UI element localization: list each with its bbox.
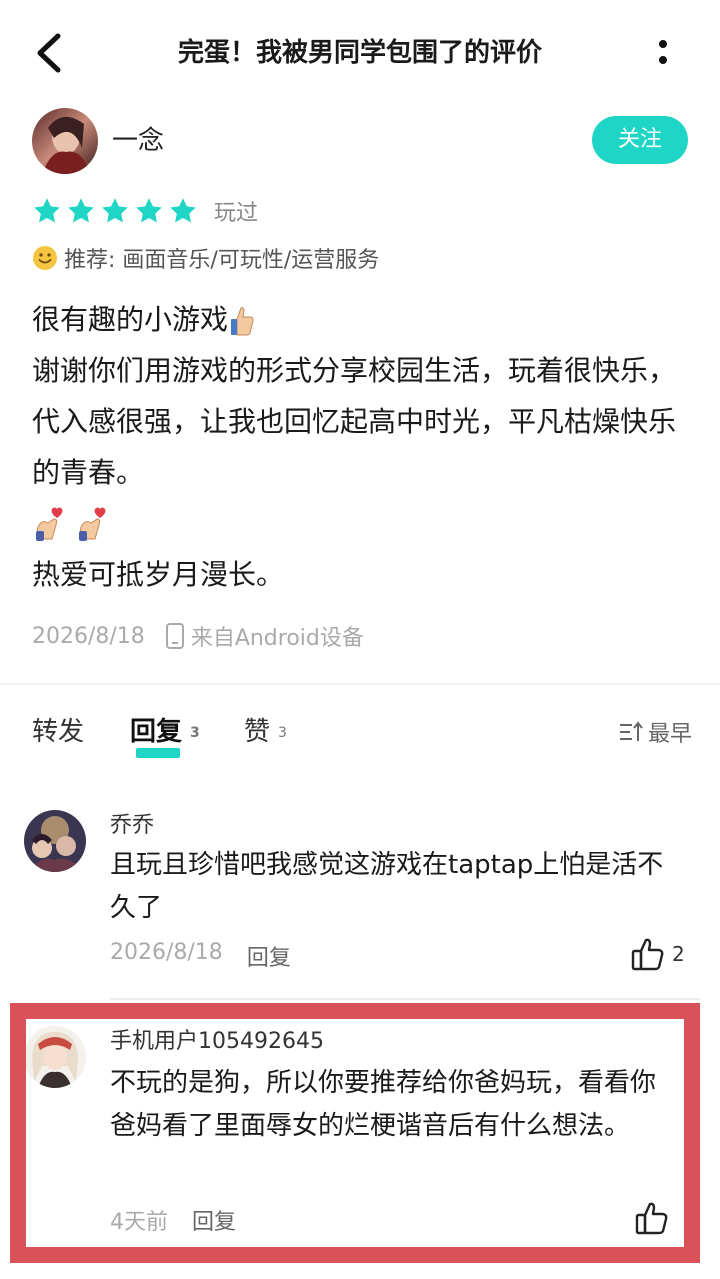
sort-button[interactable]: 最早 bbox=[618, 716, 692, 748]
smile-icon bbox=[33, 246, 57, 270]
page-title: 完蛋！我被男同学包围了的评价 bbox=[177, 38, 542, 68]
tab-reply-label: 回复 bbox=[130, 717, 183, 747]
heart-hands-emoji-icon bbox=[36, 507, 63, 541]
tab-forward-label: 转发 bbox=[32, 717, 85, 747]
review-body: 很有趣的小游戏 谢谢你们用游戏的形式分享校园生活，玩着很快乐，代入感很强，让我也… bbox=[32, 294, 692, 600]
recommend-text: 推荐: 画面音乐/可玩性/运营服务 bbox=[64, 248, 380, 273]
thumbs-up-icon bbox=[631, 938, 664, 971]
top-bar: 完蛋！我被男同学包围了的评价 bbox=[0, 0, 720, 104]
comment-meta: 2026/8/18 回复 bbox=[110, 940, 291, 972]
comment-item: 乔乔 且玩且珍惜吧我感觉这游戏在taptap上怕是活不久了 2026/8/18 … bbox=[0, 806, 720, 996]
like-count: 3 bbox=[278, 724, 287, 741]
phone-icon bbox=[165, 623, 184, 649]
tab-like-label: 赞 bbox=[244, 717, 271, 747]
rating-row: 玩过 bbox=[32, 192, 258, 230]
review-line: 热爱可抵岁月漫长。 bbox=[32, 558, 285, 591]
heart-hands-emoji-icon bbox=[78, 507, 106, 541]
follow-button[interactable]: 关注 bbox=[592, 116, 688, 164]
sort-label: 最早 bbox=[647, 722, 692, 747]
highlight-box bbox=[10, 1003, 700, 1263]
author-avatar[interactable] bbox=[32, 108, 98, 174]
review-author: 一念 关注 bbox=[32, 108, 692, 176]
comment-date: 2026/8/18 bbox=[110, 940, 223, 965]
star-icon bbox=[170, 198, 196, 223]
comment-text: 且玩且珍惜吧我感觉这游戏在taptap上怕是活不久了 bbox=[110, 850, 664, 923]
comment-like-count: 2 bbox=[672, 942, 685, 966]
recommend-row: 推荐: 画面音乐/可玩性/运营服务 bbox=[32, 240, 379, 276]
review-line: 谢谢你们用游戏的形式分享校园生活，玩着很快乐，代入感很强，让我也回忆起高中时光，… bbox=[32, 354, 677, 489]
tab-forward[interactable]: 转发 bbox=[32, 712, 84, 752]
star-icon bbox=[34, 198, 60, 223]
comment-divider bbox=[110, 998, 700, 1000]
commenter-avatar[interactable] bbox=[24, 810, 86, 872]
star-icon bbox=[68, 198, 94, 223]
review-line: 很有趣的小游戏 bbox=[32, 303, 229, 336]
tab-reply[interactable]: 回复 3 bbox=[130, 712, 200, 753]
thumbs-up-emoji-icon bbox=[231, 307, 254, 336]
review-device: 来自Android设备 bbox=[190, 626, 364, 651]
reply-count: 3 bbox=[190, 724, 200, 741]
play-status: 玩过 bbox=[214, 201, 259, 226]
star-rating bbox=[32, 196, 198, 226]
sort-icon bbox=[619, 721, 643, 741]
star-icon bbox=[136, 198, 162, 223]
commenter-name[interactable]: 乔乔 bbox=[110, 810, 154, 842]
review-meta: 2026/8/18 来自Android设备 bbox=[32, 616, 364, 656]
section-divider bbox=[0, 683, 720, 685]
back-icon[interactable] bbox=[30, 30, 70, 76]
tab-like[interactable]: 赞3 bbox=[244, 712, 287, 753]
follow-label: 关注 bbox=[617, 127, 662, 152]
author-name[interactable]: 一念 bbox=[112, 122, 164, 160]
interaction-tabs: 转发 回复 3 赞3 最早 bbox=[32, 712, 692, 758]
more-options-icon[interactable] bbox=[648, 34, 678, 74]
review-date: 2026/8/18 bbox=[32, 623, 145, 649]
comment-like-button[interactable]: 2 bbox=[630, 936, 685, 972]
comment-reply-button[interactable]: 回复 bbox=[247, 940, 291, 972]
star-icon bbox=[102, 198, 128, 223]
